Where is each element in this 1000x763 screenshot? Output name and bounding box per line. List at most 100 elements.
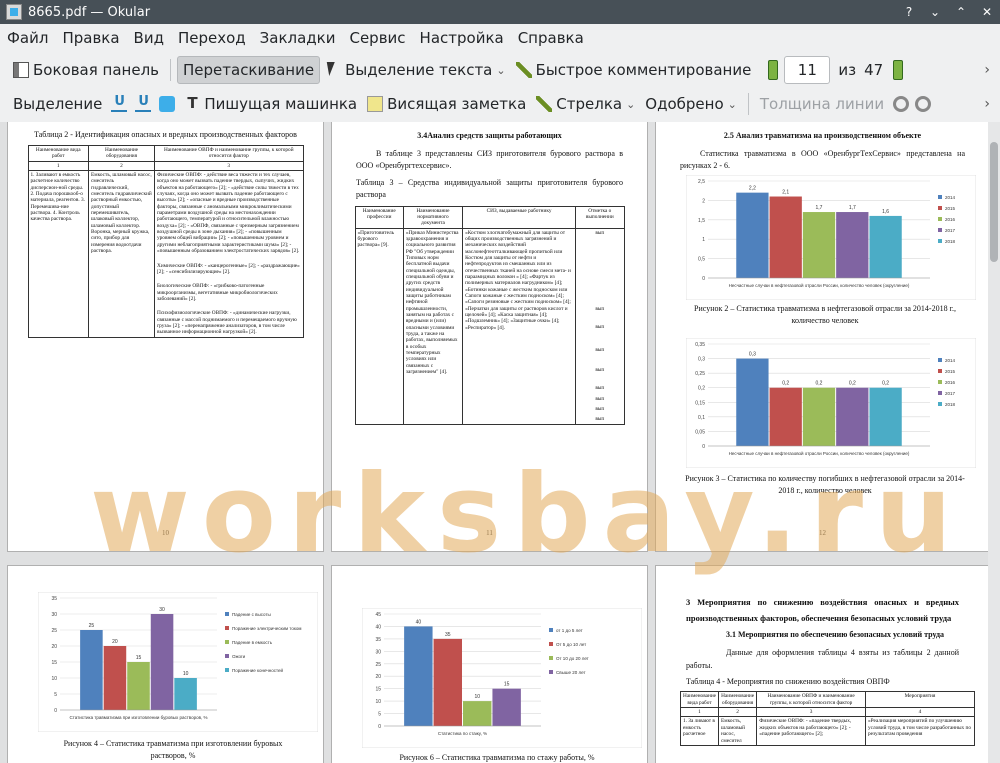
table2: Наименование вида работ Наименование обо…: [27, 145, 304, 338]
line-width-button[interactable]: Толщина линии: [755, 90, 889, 118]
bar: [80, 630, 103, 710]
bar: [802, 387, 836, 446]
bar: [433, 638, 462, 726]
sidebar-icon: [13, 62, 29, 78]
table-cell: 3: [756, 707, 866, 718]
drag-mode-button[interactable]: Перетаскивание: [177, 56, 321, 84]
menu-settings[interactable]: Настройка: [413, 29, 511, 47]
mark: вып: [595, 366, 605, 373]
chevron-down-icon[interactable]: ⌄: [626, 98, 635, 111]
typewriter-icon: [184, 94, 200, 112]
fig3-caption: Рисунок 3 – Статистика по количеству пог…: [685, 474, 965, 495]
table-cell: Физические ОВПФ: - «падение твердых, жид…: [756, 716, 866, 746]
legend-label: Поражение электрическим током: [232, 626, 301, 631]
chart-injuries-2014-2018: 0 0,5 1 1,5 2 2,5 2,2 2014 2,1 2015 1,7 2016 1,7 2017…: [686, 175, 976, 300]
quick-comment-label: Быстрое комментирование: [535, 61, 752, 79]
page-total: 47: [864, 61, 884, 79]
toolbar-separator: [747, 93, 749, 115]
text-selection-button[interactable]: Выделение текста ⌄: [320, 56, 511, 84]
toolbar-overflow-icon[interactable]: ›: [984, 96, 990, 112]
legend-label: 2016: [945, 380, 956, 385]
chevron-down-icon[interactable]: ⌄: [728, 98, 737, 111]
next-page-icon[interactable]: [893, 60, 904, 80]
pdf-page-13: 0 5 10 15 20 25 30 35 25 Падение с высоты 20 Пораже…: [7, 565, 324, 763]
maximize-icon[interactable]: ⌃: [948, 5, 974, 19]
quick-comment-button[interactable]: Быстрое комментирование: [511, 56, 757, 84]
data-label: 0,2: [816, 381, 823, 387]
table-header: Наименование нормативного документа: [402, 205, 464, 229]
chevron-down-icon[interactable]: ⌄: [496, 64, 505, 77]
color-wheel-icon[interactable]: [893, 96, 910, 112]
legend-label: 2017: [945, 391, 956, 396]
chemical-ovpf-text: Химические ОВПФ: - «канцерогенные» [2]; …: [157, 262, 300, 275]
table-header: Наименование вида работ: [27, 145, 89, 162]
y-tick-label: 0: [54, 708, 57, 714]
bar: [127, 662, 150, 710]
legend-swatch: [549, 642, 553, 646]
menu-view[interactable]: Вид: [127, 29, 171, 47]
menu-go[interactable]: Переход: [171, 29, 253, 47]
pdf-page-10: Таблица 2 - Идентификация опасных и вред…: [7, 122, 324, 552]
strikeout-icon[interactable]: [159, 96, 176, 112]
approved-stamp-button[interactable]: Одобрено ⌄: [640, 90, 742, 118]
help-icon[interactable]: ?: [896, 5, 922, 19]
data-label: 25: [89, 623, 95, 629]
y-tick-label: 45: [375, 612, 381, 618]
y-tick-label: 35: [375, 637, 381, 643]
y-tick-label: 5: [54, 692, 57, 698]
scrollbar-thumb[interactable]: [990, 142, 998, 262]
text-cursor-icon: [325, 62, 341, 78]
data-label: 35: [445, 632, 451, 638]
y-tick-label: 15: [375, 687, 381, 693]
sidebar-button[interactable]: Боковая панель: [8, 56, 164, 84]
menu-bar: Файл Правка Вид Переход Закладки Сервис …: [0, 24, 1000, 52]
minimize-icon[interactable]: ⌄: [922, 5, 948, 19]
main-toolbar: Боковая панель Перетаскивание Выделение …: [0, 54, 1000, 86]
typewriter-button[interactable]: Пишущая машинка: [179, 90, 362, 118]
chart-fatalities-2014-2018: 0 0,05 0,1 0,15 0,2 0,25 0,3 0,35 0,3 2014 0,2 2015…: [686, 338, 976, 468]
legend-swatch: [938, 239, 942, 243]
hanging-note-button[interactable]: Висящая заметка: [362, 90, 531, 118]
menu-help[interactable]: Справка: [511, 29, 591, 47]
close-icon[interactable]: ✕: [974, 5, 1000, 19]
toolbar-overflow-icon[interactable]: ›: [984, 62, 990, 78]
table3: Наименование профессии Наименование норм…: [354, 205, 625, 425]
bar: [736, 358, 769, 446]
y-tick-label: 35: [51, 596, 57, 602]
arrow-button[interactable]: Стрелка ⌄: [531, 90, 640, 118]
menu-file[interactable]: Файл: [0, 29, 55, 47]
pdf-page-12: 2.5 Анализ травматизма на производственн…: [655, 122, 990, 552]
legend-label: 2016: [945, 217, 956, 222]
data-label: 20: [112, 639, 118, 645]
bar: [769, 196, 802, 278]
y-tick-label: 0,25: [695, 371, 705, 377]
mark: вып: [595, 324, 605, 331]
table-cell: 4: [864, 707, 976, 718]
chart-drilling-fluid-injuries: 0 5 10 15 20 25 30 35 25 Падение с высоты 20 Пораже…: [38, 592, 318, 732]
menu-edit[interactable]: Правка: [55, 29, 126, 47]
legend-label: 2014: [945, 195, 956, 200]
vertical-scrollbar[interactable]: [988, 122, 1000, 763]
page-of-label: из: [838, 61, 857, 79]
bar: [836, 212, 869, 278]
underline-icon[interactable]: [111, 94, 128, 112]
page-number-input[interactable]: 11: [784, 56, 831, 84]
table-cell: 1. За ливают в емкость расчетное: [680, 716, 719, 746]
fig4-caption: Рисунок 4 – Статистика травматизма при и…: [63, 739, 283, 760]
sidebar-label: Боковая панель: [33, 61, 159, 79]
document-viewport[interactable]: Таблица 2 - Идентификация опасных и вред…: [0, 122, 1000, 763]
toolbar-separator: [170, 59, 171, 81]
y-tick-label: 0,2: [698, 386, 705, 392]
settings-icon[interactable]: [915, 96, 932, 112]
table-header: Наименование оборудования: [88, 145, 155, 162]
highlight-button[interactable]: Выделение: [8, 90, 107, 118]
menu-bookmarks[interactable]: Закладки: [253, 29, 343, 47]
squiggly-icon[interactable]: [135, 94, 152, 112]
y-tick-label: 0,5: [698, 257, 705, 263]
mark: вып: [595, 416, 605, 423]
y-tick-label: 0,15: [695, 400, 705, 406]
legend-label: 2014: [945, 358, 956, 363]
previous-page-icon[interactable]: [768, 60, 779, 80]
table-cell: «Реализация мероприятий по улучшению усл…: [864, 716, 976, 746]
menu-tools[interactable]: Сервис: [342, 29, 412, 47]
